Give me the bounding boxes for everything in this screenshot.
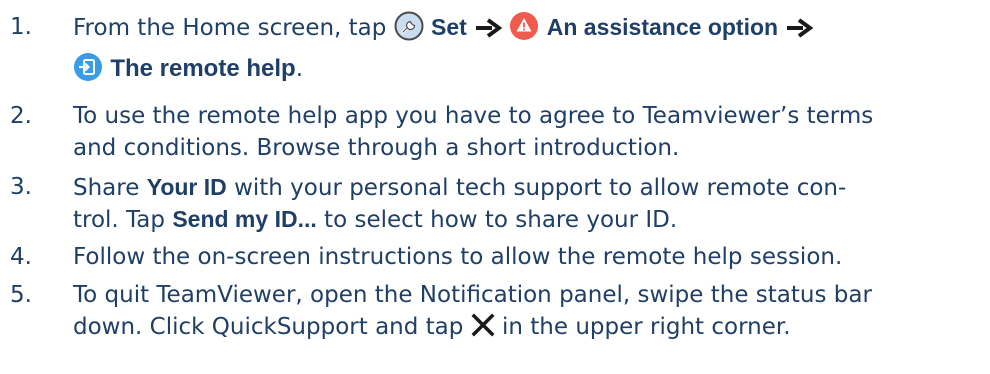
step-5-line-2: down. Click QuickSupport and tap in the … xyxy=(73,311,791,346)
send-my-id-label: Send my ID... xyxy=(172,206,317,232)
step-2-line-2: and conditions. Browse through a short i… xyxy=(73,135,680,161)
step-text: to select how to share your ID. xyxy=(316,207,678,233)
step-text: . xyxy=(295,56,303,82)
step-5-line-1: To quit TeamViewer, open the Notificatio… xyxy=(73,282,872,308)
step-text: trol. Tap xyxy=(73,207,173,233)
step-3-line-1: Share Your ID with your personal tech su… xyxy=(73,171,846,204)
close-x-icon xyxy=(471,313,495,346)
step-number: 1. xyxy=(10,14,32,40)
set-label: Set xyxy=(431,14,467,40)
arrow-right-icon xyxy=(785,15,814,47)
instruction-list: 1. From the Home screen, tap Set An assi… xyxy=(0,0,990,374)
step-number: 3. xyxy=(10,174,32,200)
step-number: 4. xyxy=(10,244,32,270)
step-number: 5. xyxy=(10,282,32,308)
arrow-right-icon xyxy=(474,15,503,47)
step-2-line-1: To use the remote help app you have to a… xyxy=(73,103,874,129)
step-text: in the upper right corner. xyxy=(494,314,791,340)
step-1-line-2: The remote help. xyxy=(73,52,303,91)
warning-icon xyxy=(509,11,539,50)
step-4-line-1: Follow the on-screen instructions to all… xyxy=(73,244,843,270)
assistance-label: An assistance option xyxy=(546,14,779,40)
step-text: From the Home screen, tap xyxy=(73,15,394,41)
your-id-label: Your ID xyxy=(146,174,227,200)
step-text: down. Click QuickSupport and tap xyxy=(73,314,471,340)
exit-icon xyxy=(73,52,103,91)
step-text: with your personal tech support to allow… xyxy=(226,175,847,201)
step-3-line-2: trol. Tap Send my ID... to select how to… xyxy=(73,203,677,236)
step-text: Share xyxy=(73,175,147,201)
remote-help-label: The remote help xyxy=(110,55,296,82)
step-1-line-1: From the Home screen, tap Set An assista… xyxy=(73,11,814,50)
wrench-icon xyxy=(394,11,424,50)
step-number: 2. xyxy=(10,103,32,129)
